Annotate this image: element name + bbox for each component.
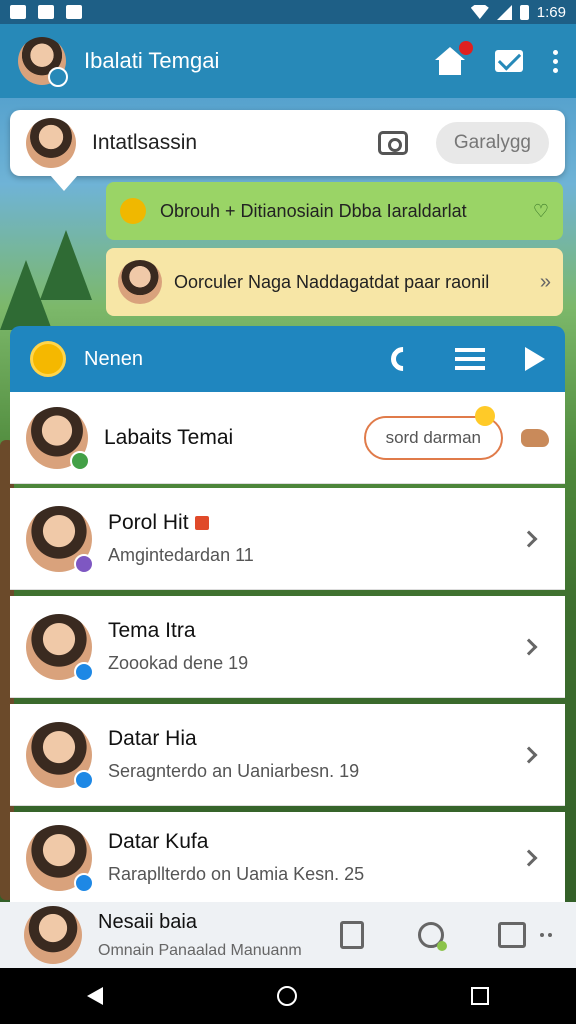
contact-action-button[interactable]: sord darman	[363, 405, 503, 460]
verified-icon	[48, 67, 68, 87]
avatar	[118, 260, 162, 304]
notification-dot	[459, 41, 473, 55]
contact-name: Porol Hit	[108, 511, 189, 534]
avatar	[26, 613, 94, 682]
avatar	[26, 721, 94, 790]
camera-icon[interactable]	[377, 131, 408, 155]
filter-icon[interactable]	[455, 348, 485, 370]
more-icon[interactable]	[553, 49, 558, 73]
verified-icon	[74, 553, 94, 574]
wifi-icon	[470, 5, 489, 19]
contact-subtitle: Rarapllterdo on Uamia Kesn. 25	[108, 864, 365, 884]
bottom-name: Nesaii baia	[98, 910, 197, 933]
system-nav-bar	[0, 968, 576, 1024]
list-item[interactable]: Datar Hia Seragnterdo an Uaniarbesn. 19	[10, 704, 565, 806]
notification-icon	[10, 5, 26, 19]
chevron-right-icon[interactable]	[520, 530, 538, 547]
chevron-right-icon[interactable]	[520, 746, 538, 763]
contact-subtitle: Zoookad dene 19	[108, 653, 249, 673]
avatar	[26, 505, 94, 574]
avatar	[26, 406, 90, 471]
heart-icon[interactable]: ♡	[533, 201, 549, 222]
trophy-icon	[120, 198, 146, 224]
back-icon[interactable]	[87, 987, 103, 1005]
notice-green[interactable]: Obrouh + Ditianosiain Dbba Iaraldarlat ♡	[106, 182, 563, 240]
signal-icon	[496, 4, 512, 20]
notice-yellow[interactable]: Oorculer Naga Naddagatdat paar raonil »	[106, 248, 563, 316]
profile-name: Intatlsassin	[92, 131, 198, 154]
tree-decoration	[0, 260, 52, 330]
contact-subtitle: Seragnterdo an Uaniarbesn. 19	[108, 761, 360, 781]
checkbox-icon[interactable]	[498, 922, 526, 948]
list-item[interactable]: Tema Itra Zoookad dene 19	[10, 596, 565, 698]
status-bar: 1:69	[0, 0, 576, 24]
phone-icon[interactable]	[386, 342, 420, 376]
emoji-icon	[475, 405, 495, 426]
chevron-right-icon[interactable]	[520, 638, 538, 655]
home-icon[interactable]	[435, 41, 473, 75]
app-bar: Ibalati Temgai	[0, 24, 576, 98]
bottom-subtitle: Omnain Panaalad Manuanm	[98, 941, 302, 959]
avatar[interactable]	[24, 906, 82, 964]
mail-icon[interactable]	[495, 50, 523, 72]
contact-name: Datar Hia	[108, 727, 197, 750]
section-header: Nenen	[10, 326, 565, 392]
contact-name: Labaits Temai	[104, 425, 234, 449]
avatar	[26, 824, 94, 893]
contact-subtitle: Amgintedardan 11	[108, 545, 254, 565]
avatar[interactable]	[18, 37, 68, 87]
verified-icon	[74, 769, 94, 790]
notification-icon	[38, 5, 54, 19]
status-time: 1:69	[536, 3, 566, 21]
page-title: Ibalati Temgai	[84, 48, 220, 73]
contact-name: Tema Itra	[108, 619, 196, 642]
online-icon	[70, 450, 90, 471]
more-icon[interactable]	[540, 933, 552, 937]
double-chevron-icon[interactable]: »	[540, 271, 551, 294]
chevron-right-icon[interactable]	[520, 849, 538, 866]
list-item[interactable]: Labaits Temai sord darman	[10, 392, 565, 484]
send-icon[interactable]	[525, 347, 545, 371]
list-item[interactable]: Datar Kufa Rarapllterdo on Uamia Kesn. 2…	[10, 812, 565, 904]
home-nav-icon[interactable]	[277, 986, 297, 1006]
notice-yellow-text: Oorculer Naga Naddagatdat paar raonil	[174, 272, 490, 292]
avatar	[26, 118, 76, 168]
list-item[interactable]: Porol Hit Amgintedardan 11	[10, 488, 565, 590]
verified-icon	[74, 661, 94, 682]
card-pointer	[50, 175, 78, 191]
contact-name: Datar Kufa	[108, 830, 209, 853]
recents-icon[interactable]	[471, 987, 489, 1005]
flag-icon	[194, 516, 209, 531]
contact-action-label: sord darman	[385, 427, 481, 447]
section-title: Nenen	[84, 347, 143, 370]
bottom-bar: Nesaii baia Omnain Panaalad Manuanm	[0, 902, 576, 968]
clipboard-icon[interactable]	[340, 921, 364, 949]
wave-icon[interactable]	[521, 428, 549, 447]
coin-icon	[30, 341, 66, 377]
chat-icon[interactable]	[418, 922, 447, 951]
notification-icon	[66, 5, 82, 19]
action-button[interactable]: Garalygg	[435, 122, 549, 164]
notice-green-text: Obrouh + Ditianosiain Dbba Iaraldarlat	[160, 200, 467, 221]
battery-icon	[519, 4, 529, 20]
verified-icon	[74, 872, 94, 893]
profile-card[interactable]: Intatlsassin Garalygg	[10, 110, 565, 176]
